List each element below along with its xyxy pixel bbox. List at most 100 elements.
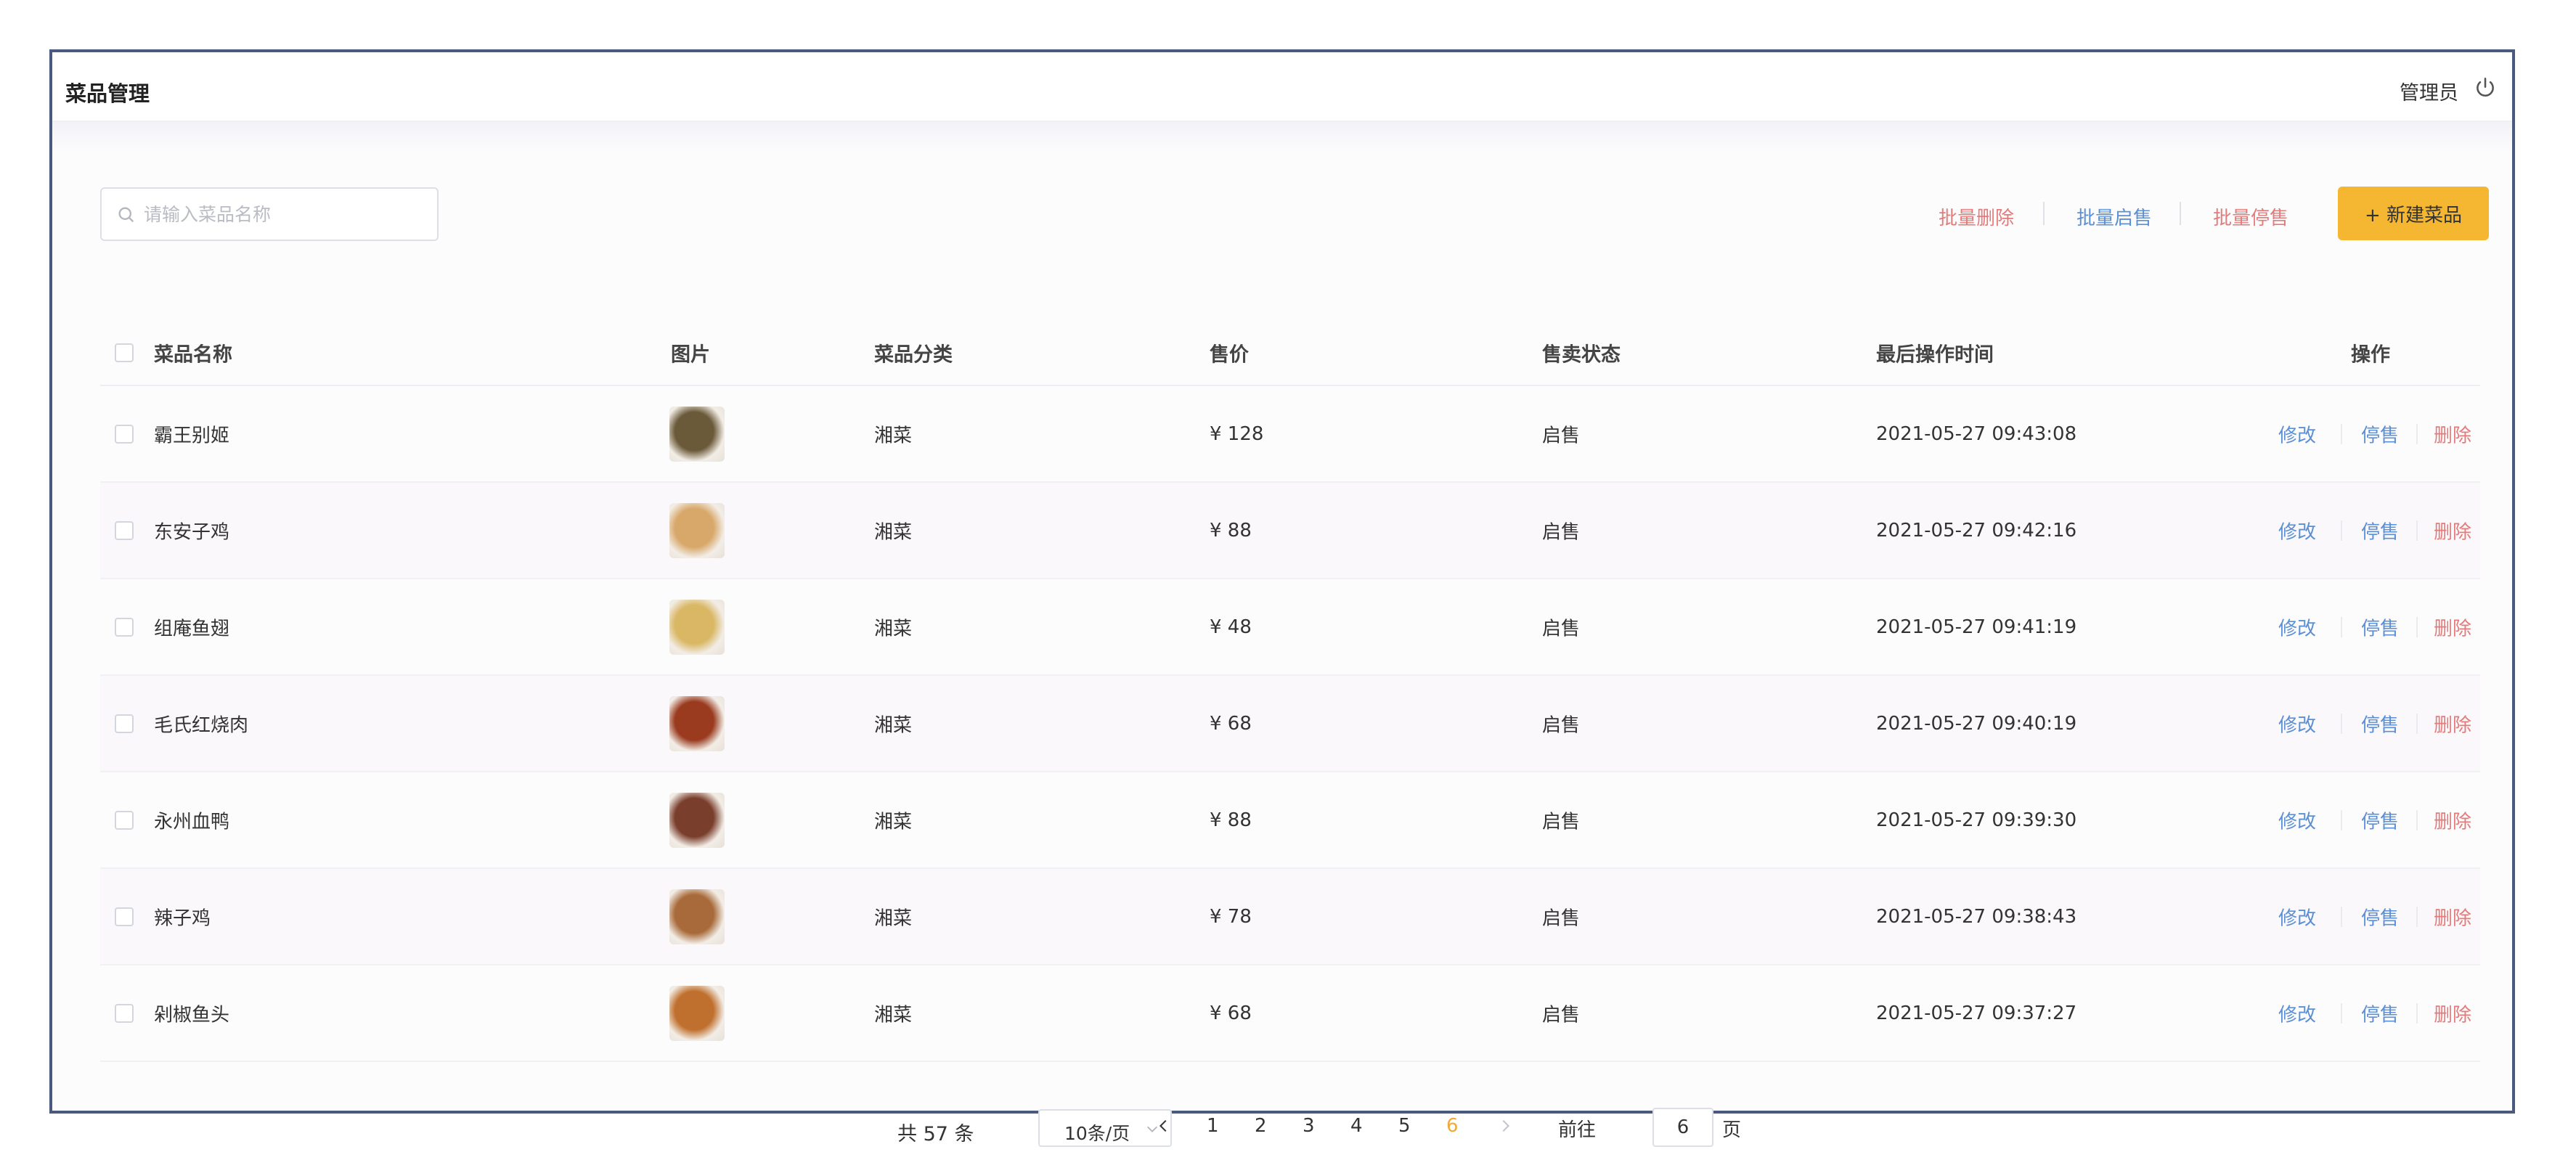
column-header-image: 图片 xyxy=(671,343,710,367)
table-row: 组庵鱼翅 湘菜 ¥ 48 启售 2021-05-27 09:41:19 修改 停… xyxy=(100,579,2480,676)
divider xyxy=(2341,713,2342,734)
row-checkbox[interactable] xyxy=(115,714,134,733)
column-header-actions: 操作 xyxy=(2351,343,2390,367)
sale-status: 启售 xyxy=(1542,907,1581,929)
dish-category: 湘菜 xyxy=(874,907,913,929)
stop-sale-link[interactable]: 停售 xyxy=(2361,420,2399,447)
dish-price: ¥ 68 xyxy=(1210,712,1252,735)
delete-link[interactable]: 删除 xyxy=(2434,517,2471,544)
page-number[interactable]: 2 xyxy=(1255,1115,1267,1137)
select-all-checkbox[interactable] xyxy=(115,343,134,362)
page-number[interactable]: 5 xyxy=(1398,1115,1411,1137)
row-checkbox[interactable] xyxy=(115,1003,134,1023)
edit-link[interactable]: 修改 xyxy=(2278,613,2316,640)
stop-sale-link[interactable]: 停售 xyxy=(2361,806,2399,833)
goto-suffix: 页 xyxy=(1722,1119,1742,1141)
column-header-category: 菜品分类 xyxy=(874,343,953,367)
page-number[interactable]: 3 xyxy=(1303,1115,1315,1137)
dish-name: 霸王别姬 xyxy=(154,425,230,446)
dish-name: 毛氏红烧肉 xyxy=(154,714,249,736)
delete-link[interactable]: 删除 xyxy=(2434,420,2471,447)
edit-link[interactable]: 修改 xyxy=(2278,517,2316,544)
dish-image xyxy=(669,599,725,655)
dish-price: ¥ 88 xyxy=(1210,519,1252,542)
sale-status: 启售 xyxy=(1542,811,1581,833)
divider xyxy=(2416,520,2418,541)
table-row: 霸王别姬 湘菜 ¥ 128 启售 2021-05-27 09:43:08 修改 … xyxy=(100,386,2480,483)
batch-delete-button[interactable]: 批量删除 xyxy=(1939,203,2014,230)
dish-price: ¥ 128 xyxy=(1210,422,1264,445)
next-page-icon[interactable] xyxy=(1497,1116,1513,1135)
dish-category: 湘菜 xyxy=(874,425,913,446)
user-name[interactable]: 管理员 xyxy=(2400,77,2458,105)
batch-on-sale-button[interactable]: 批量启售 xyxy=(2076,203,2152,230)
delete-link[interactable]: 删除 xyxy=(2434,613,2471,640)
row-checkbox[interactable] xyxy=(115,810,134,830)
dish-name: 组庵鱼翅 xyxy=(154,618,230,640)
search-input[interactable] xyxy=(144,197,420,231)
divider xyxy=(2341,423,2342,444)
dish-name: 永州血鸭 xyxy=(154,811,230,833)
delete-link[interactable]: 删除 xyxy=(2434,903,2471,930)
edit-link[interactable]: 修改 xyxy=(2278,1000,2316,1026)
prev-page-icon[interactable] xyxy=(1156,1116,1172,1135)
new-dish-button[interactable]: + 新建菜品 xyxy=(2338,187,2489,240)
dish-image xyxy=(669,502,725,558)
edit-link[interactable]: 修改 xyxy=(2278,903,2316,930)
page-title: 菜品管理 xyxy=(65,81,150,106)
edit-link[interactable]: 修改 xyxy=(2278,420,2316,447)
divider xyxy=(2416,809,2418,830)
search-box[interactable] xyxy=(100,187,439,241)
dish-image xyxy=(669,889,725,944)
table-header: 菜品名称 图片 菜品分类 售价 售卖状态 最后操作时间 操作 xyxy=(100,296,2480,386)
edit-link[interactable]: 修改 xyxy=(2278,710,2316,737)
row-checkbox[interactable] xyxy=(115,617,134,637)
delete-link[interactable]: 删除 xyxy=(2434,806,2471,833)
page-number[interactable]: 6 xyxy=(1446,1115,1459,1137)
batch-stop-sale-button[interactable]: 批量停售 xyxy=(2213,203,2288,230)
table-row: 永州血鸭 湘菜 ¥ 88 启售 2021-05-27 09:39:30 修改 停… xyxy=(100,772,2480,869)
last-modified-time: 2021-05-27 09:38:43 xyxy=(1876,905,2077,928)
row-checkbox[interactable] xyxy=(115,907,134,926)
table-row: 辣子鸡 湘菜 ¥ 78 启售 2021-05-27 09:38:43 修改 停售… xyxy=(100,869,2480,965)
divider xyxy=(2416,906,2418,927)
row-checkbox[interactable] xyxy=(115,520,134,540)
stop-sale-link[interactable]: 停售 xyxy=(2361,517,2399,544)
sale-status: 启售 xyxy=(1542,425,1581,446)
edit-link[interactable]: 修改 xyxy=(2278,806,2316,833)
dish-price: ¥ 88 xyxy=(1210,809,1252,831)
last-modified-time: 2021-05-27 09:42:16 xyxy=(1876,519,2077,542)
power-icon[interactable] xyxy=(2473,75,2498,100)
dish-category: 湘菜 xyxy=(874,811,913,833)
sale-status: 启售 xyxy=(1542,1004,1581,1026)
divider xyxy=(2043,202,2045,225)
row-checkbox[interactable] xyxy=(115,424,134,444)
divider xyxy=(2180,202,2181,225)
table-row: 剁椒鱼头 湘菜 ¥ 68 启售 2021-05-27 09:37:27 修改 停… xyxy=(100,965,2480,1062)
stop-sale-link[interactable]: 停售 xyxy=(2361,710,2399,737)
search-icon xyxy=(118,207,134,223)
column-header-price: 售价 xyxy=(1210,343,1249,367)
page-size-select[interactable]: 10条/页 xyxy=(1038,1109,1172,1147)
divider xyxy=(2416,616,2418,637)
divider xyxy=(2341,1002,2342,1024)
dish-image xyxy=(669,406,725,462)
last-modified-time: 2021-05-27 09:43:08 xyxy=(1876,422,2077,445)
stop-sale-link[interactable]: 停售 xyxy=(2361,903,2399,930)
delete-link[interactable]: 删除 xyxy=(2434,1000,2471,1026)
table-body: 霸王别姬 湘菜 ¥ 128 启售 2021-05-27 09:43:08 修改 … xyxy=(100,386,2480,1062)
page-number[interactable]: 1 xyxy=(1207,1115,1219,1137)
page-number[interactable]: 4 xyxy=(1350,1115,1363,1137)
stop-sale-link[interactable]: 停售 xyxy=(2361,1000,2399,1026)
dish-category: 湘菜 xyxy=(874,714,913,736)
dish-category: 湘菜 xyxy=(874,1004,913,1026)
divider xyxy=(2341,906,2342,927)
divider xyxy=(2341,520,2342,541)
divider xyxy=(2341,809,2342,830)
stop-sale-link[interactable]: 停售 xyxy=(2361,613,2399,640)
goto-page-input[interactable] xyxy=(1652,1108,1713,1147)
dish-category: 湘菜 xyxy=(874,521,913,543)
dish-name: 东安子鸡 xyxy=(154,521,230,543)
last-modified-time: 2021-05-27 09:41:19 xyxy=(1876,616,2077,638)
delete-link[interactable]: 删除 xyxy=(2434,710,2471,737)
